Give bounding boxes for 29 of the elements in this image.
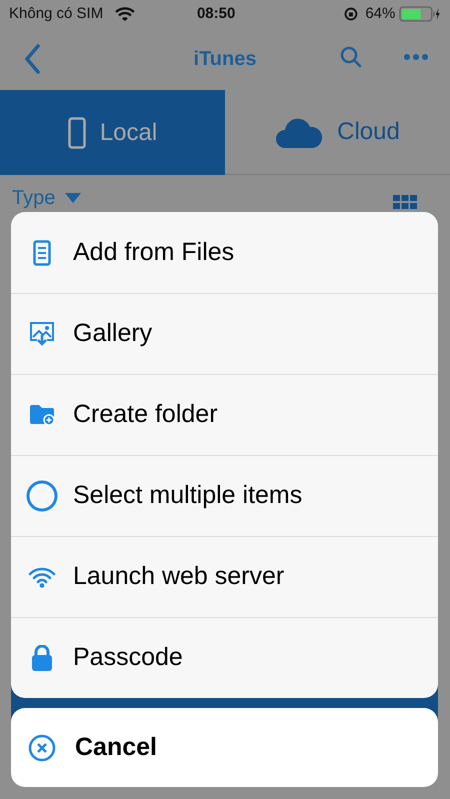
phone-icon — [68, 116, 86, 148]
menu-item[interactable]: Add from Files — [11, 212, 438, 293]
folder-add-icon — [29, 404, 55, 426]
wifi-icon — [115, 7, 135, 21]
clock-text: 08:50 — [196, 4, 236, 24]
menu-item[interactable]: Launch web server — [11, 536, 438, 617]
wifi-icon — [28, 566, 56, 588]
grid-view-icon[interactable] — [393, 195, 417, 209]
screen-title: iTunes — [194, 47, 256, 72]
tab[interactable]: Local — [0, 90, 225, 175]
battery-icon — [399, 6, 441, 22]
image-download-icon — [29, 321, 55, 347]
more-icon[interactable] — [404, 54, 428, 60]
caret-icon — [65, 193, 82, 203]
document-icon — [33, 240, 51, 266]
menu-item[interactable]: Select multiple items — [11, 455, 438, 536]
carrier-text: Không có SIM — [9, 4, 104, 24]
cancel-icon — [28, 734, 56, 762]
search-icon[interactable] — [340, 46, 362, 68]
cloud-icon — [275, 116, 324, 148]
back-icon[interactable] — [24, 44, 40, 74]
menu-item[interactable]: Passcode — [11, 617, 438, 698]
lock-icon — [31, 645, 53, 671]
circle-icon — [26, 480, 58, 512]
cancel-button[interactable]: Cancel — [11, 708, 438, 787]
battery-percent: 64% — [365, 4, 396, 24]
menu-item[interactable]: Create folder — [11, 374, 438, 455]
rotation-lock-icon — [344, 7, 358, 21]
menu-item[interactable]: Gallery — [11, 293, 438, 374]
